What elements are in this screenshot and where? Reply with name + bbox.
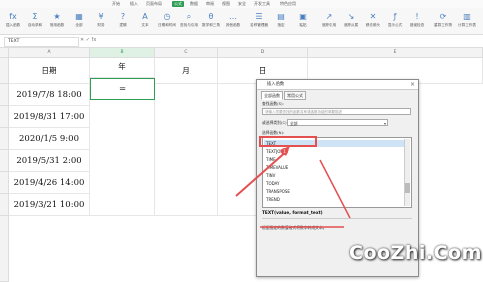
step-badge: 1 bbox=[281, 148, 288, 155]
selected-function-highlight bbox=[259, 136, 317, 147]
watermark: CooZhi.Com bbox=[349, 242, 482, 264]
annotation-arrows bbox=[235, 146, 351, 228]
